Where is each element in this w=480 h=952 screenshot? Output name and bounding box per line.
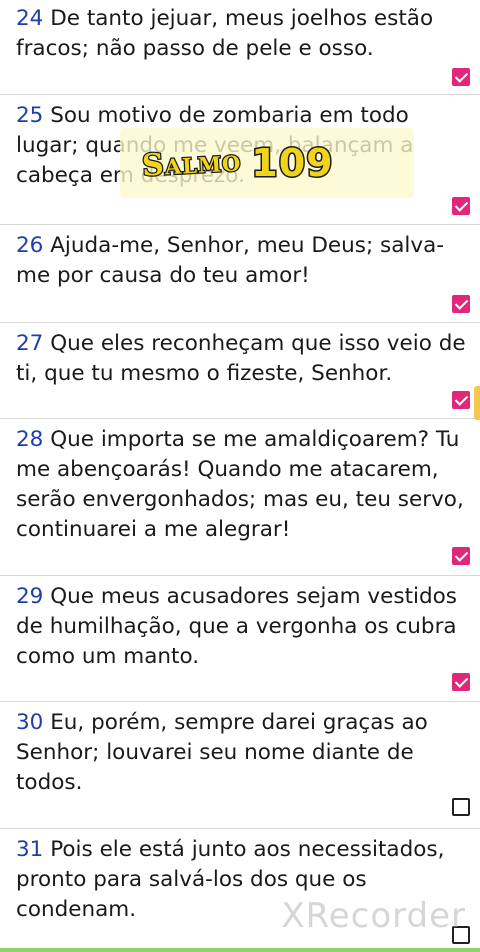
verse-number: 25 — [16, 103, 44, 128]
verse-text: 26 Ajuda-me, Senhor, meu Deus; salva-me … — [16, 231, 472, 291]
verse-body: Que eles reconheçam que isso veio de ti,… — [16, 331, 466, 386]
verse-item-24[interactable]: 24 De tanto jejuar, meus joelhos estão f… — [0, 0, 480, 95]
verse-number: 31 — [16, 837, 44, 862]
edge-handle[interactable] — [474, 386, 480, 420]
verse-text: 27 Que eles reconheçam que isso veio de … — [16, 329, 472, 389]
verse-checkbox[interactable] — [452, 197, 470, 215]
verse-item-29[interactable]: 29 Que meus acusadores sejam vestidos de… — [0, 576, 480, 702]
verse-number: 30 — [16, 710, 44, 735]
verse-item-30[interactable]: 30 Eu, porém, sempre darei graças ao Sen… — [0, 702, 480, 829]
verse-checkbox[interactable] — [452, 798, 470, 816]
bottom-accent-bar — [0, 948, 480, 952]
verse-text: 30 Eu, porém, sempre darei graças ao Sen… — [16, 708, 472, 798]
verse-list-screen: 24 De tanto jejuar, meus joelhos estão f… — [0, 0, 480, 952]
verse-body: De tanto jejuar, meus joelhos estão frac… — [16, 6, 434, 61]
verse-item-27[interactable]: 27 Que eles reconheçam que isso veio de … — [0, 323, 480, 419]
verse-item-26[interactable]: 26 Ajuda-me, Senhor, meu Deus; salva-me … — [0, 225, 480, 323]
verse-number: 29 — [16, 584, 44, 609]
salmo-title-overlay: Salmo 109 — [140, 138, 334, 188]
verse-body: Que meus acusadores sejam vestidos de hu… — [16, 584, 457, 669]
verse-checkbox[interactable] — [452, 68, 470, 86]
overlay-word: Salmo — [140, 142, 243, 185]
verse-number: 26 — [16, 233, 44, 258]
verse-checkbox[interactable] — [452, 673, 470, 691]
verse-text: 24 De tanto jejuar, meus joelhos estão f… — [16, 4, 472, 64]
verse-text: 29 Que meus acusadores sejam vestidos de… — [16, 582, 472, 672]
verse-body: Eu, porém, sempre darei graças ao Senhor… — [16, 710, 428, 795]
verse-checkbox[interactable] — [452, 295, 470, 313]
verse-body: Que importa se me amaldiçoarem? Tu me ab… — [16, 427, 464, 542]
verse-checkbox[interactable] — [452, 547, 470, 565]
verse-text: 28 Que importa se me amaldiçoarem? Tu me… — [16, 425, 472, 545]
verse-number: 28 — [16, 427, 44, 452]
verse-number: 24 — [16, 6, 44, 31]
recorder-watermark: XRecorder — [281, 896, 466, 936]
verse-body: Ajuda-me, Senhor, meu Deus; salva-me por… — [16, 233, 445, 288]
verse-number: 27 — [16, 331, 44, 356]
verse-checkbox[interactable] — [452, 391, 470, 409]
overlay-number: 109 — [250, 140, 334, 187]
verse-item-28[interactable]: 28 Que importa se me amaldiçoarem? Tu me… — [0, 419, 480, 576]
